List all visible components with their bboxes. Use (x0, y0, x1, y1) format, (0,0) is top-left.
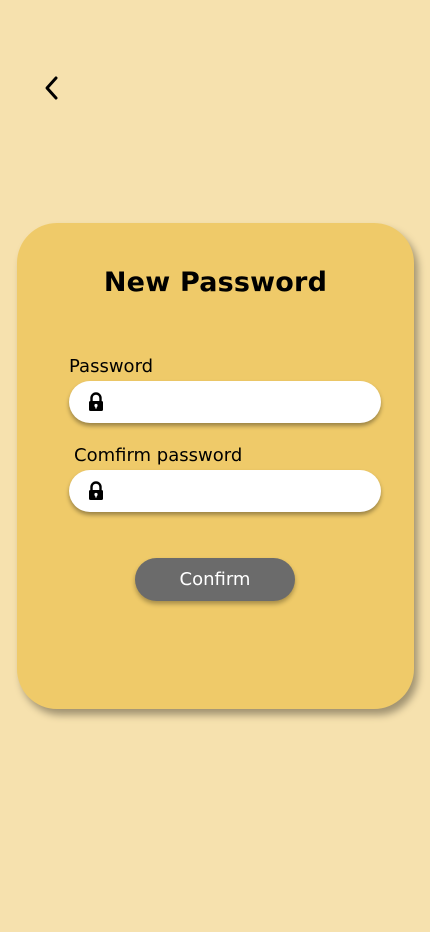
confirm-password-label: Comfirm password (74, 445, 243, 466)
lock-icon (89, 392, 103, 411)
password-field[interactable] (69, 381, 381, 425)
confirm-button[interactable]: Confirm (135, 558, 295, 601)
lock-icon (89, 481, 103, 500)
chevron-left-icon (45, 76, 58, 100)
confirm-password-input[interactable] (115, 470, 369, 514)
new-password-card: New Password Password Comfirm password C… (17, 223, 414, 709)
password-input[interactable] (115, 381, 369, 425)
page-title: New Password (103, 267, 328, 298)
confirm-password-field[interactable] (69, 470, 381, 514)
back-button[interactable] (36, 72, 68, 104)
password-label: Password (69, 356, 154, 377)
